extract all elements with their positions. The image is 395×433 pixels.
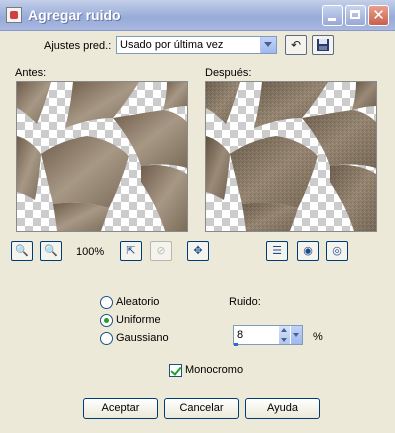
zoom-in-button[interactable]: 🔍 — [40, 241, 62, 261]
minimize-button[interactable] — [322, 5, 343, 26]
noise-slider-indicator[interactable] — [234, 343, 238, 346]
floppy-save-icon — [316, 39, 330, 55]
auto-proof-button[interactable]: ◎ — [326, 241, 348, 261]
radio-gaussiano[interactable] — [100, 332, 113, 345]
presets-value: Usado por última vez — [120, 39, 224, 51]
help-button[interactable]: Ayuda — [245, 398, 320, 419]
app-icon — [6, 7, 22, 23]
chevron-down-icon[interactable] — [291, 326, 302, 344]
accept-button[interactable]: Aceptar — [83, 398, 158, 419]
cancel-button[interactable]: Cancelar — [164, 398, 239, 419]
noise-amount-field[interactable]: 8 — [233, 325, 303, 346]
window-title: Agregar ruido — [28, 7, 121, 23]
zoom-in-icon: 🔍 — [44, 244, 58, 257]
before-label: Antes: — [15, 67, 47, 79]
fit-window-button[interactable]: ⇱ — [120, 241, 142, 261]
spin-arrows-icon[interactable] — [279, 326, 290, 344]
toggle-preview-button[interactable]: ☰ — [266, 241, 288, 261]
after-preview-image — [206, 82, 376, 231]
presets-label: Ajustes pred.: — [44, 40, 112, 52]
radio-aleatorio[interactable] — [100, 296, 113, 309]
noise-label: Ruido: — [229, 296, 261, 308]
zoom-lock-icon: ⊘ — [156, 244, 166, 257]
radio-gaussiano-label: Gaussiano — [116, 332, 169, 344]
eye-icon: ◎ — [332, 244, 342, 257]
before-preview-image — [17, 82, 187, 231]
fit-window-icon: ⇱ — [126, 244, 136, 257]
before-preview[interactable] — [16, 81, 188, 232]
lock-view-button[interactable]: ◉ — [297, 241, 319, 261]
pan-move-icon: ✥ — [193, 244, 203, 257]
radio-uniforme-label: Uniforme — [116, 314, 161, 326]
reset-arrow-icon: ↶ — [290, 38, 302, 52]
after-label: Después: — [205, 67, 252, 79]
close-button[interactable]: ✕ — [368, 5, 389, 26]
chevron-down-icon[interactable] — [260, 37, 276, 53]
noise-amount-value: 8 — [237, 329, 244, 341]
eye-lock-icon: ◉ — [303, 244, 313, 257]
pan-button[interactable]: ✥ — [187, 241, 209, 261]
presets-dropdown[interactable]: Usado por última vez — [116, 36, 277, 54]
radio-aleatorio-label: Aleatorio — [116, 296, 160, 308]
monochrome-checkbox[interactable] — [169, 364, 182, 377]
reset-button[interactable]: ↶ — [285, 35, 307, 55]
zoom-level: 100% — [76, 246, 105, 258]
monochrome-label: Monocromo — [185, 364, 244, 376]
maximize-button[interactable] — [345, 5, 366, 26]
save-preset-button[interactable] — [312, 35, 334, 55]
zoom-out-button[interactable]: 🔍 — [11, 241, 33, 261]
radio-uniforme[interactable] — [100, 314, 113, 327]
zoom-lock-button: ⊘ — [150, 241, 172, 261]
noise-unit: % — [313, 331, 323, 343]
title-bar: Agregar ruido ✕ — [0, 0, 395, 31]
after-preview — [205, 81, 377, 232]
zoom-out-icon: 🔍 — [15, 244, 29, 257]
close-icon: ✕ — [372, 6, 385, 24]
preview-window-icon: ☰ — [272, 244, 282, 257]
